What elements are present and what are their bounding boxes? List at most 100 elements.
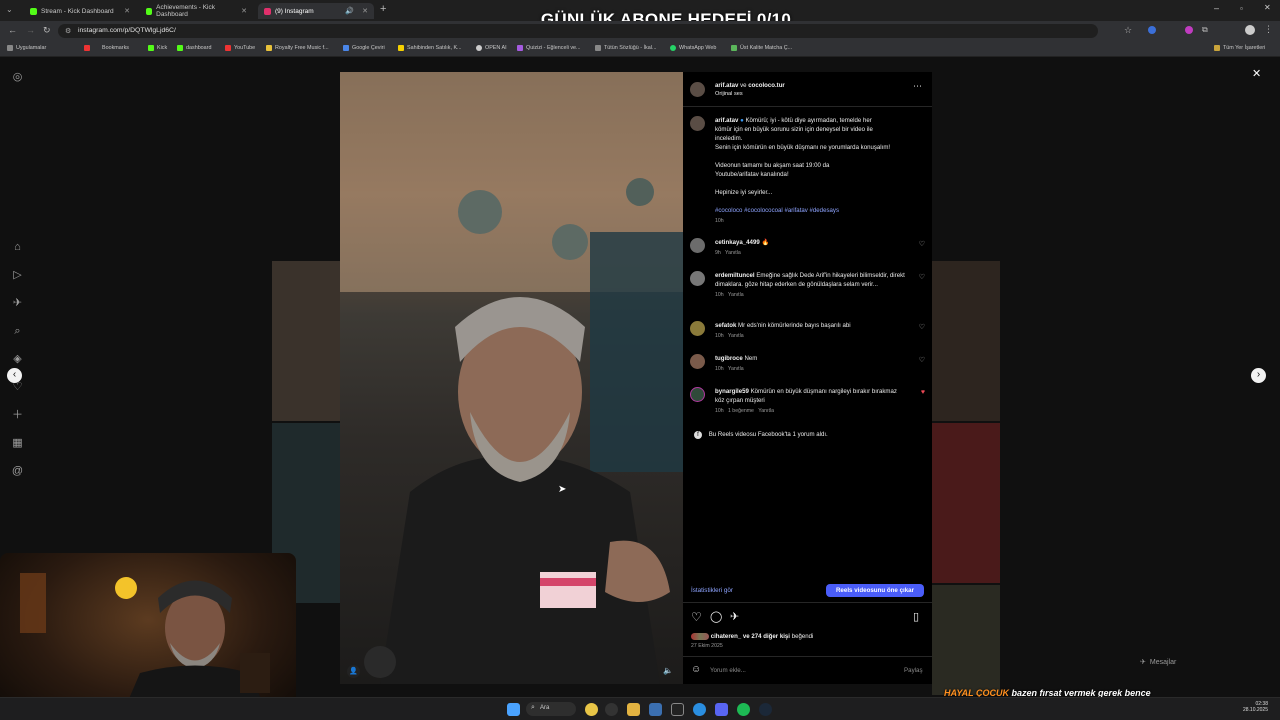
messages-icon[interactable]: ✈ [11,297,24,310]
calculator-icon[interactable] [649,703,662,716]
caption-username[interactable]: arif.atav [715,117,738,124]
obs-icon[interactable] [605,703,618,716]
search-icon[interactable]: ⌕ [11,325,24,338]
bookmark-item[interactable]: Kick [148,45,167,51]
comment-avatar[interactable] [690,238,705,253]
explore-icon[interactable]: ◈ [11,353,24,366]
bookmark-item[interactable]: dashboard [177,45,211,51]
close-modal-icon[interactable]: ✕ [1252,67,1261,80]
profile-avatar[interactable] [1245,25,1255,35]
more-options-icon[interactable]: ⋯ [913,81,922,92]
post-date: 27 Ekim 2025 [691,643,723,649]
caption-avatar[interactable] [690,116,705,131]
reply-button[interactable]: Yanıtla [725,250,741,256]
matcha-icon [731,45,737,51]
caption-time: 10h [715,218,724,224]
facebook-comments-note[interactable]: f Bu Reels videosu Facebook'ta 1 yorum a… [694,430,828,439]
reload-icon[interactable]: ↻ [43,25,51,36]
extensions-puzzle-icon[interactable]: ⧉ [1202,25,1208,35]
author-avatar[interactable] [690,82,705,97]
comment: bynargile59 Kömürün en büyük düşmanı nar… [715,388,897,414]
post-header-users: arif.atav ve cocoloco.tur [715,82,785,89]
whatsapp-icon [670,45,676,51]
tagged-user-icon[interactable]: 👤 [347,665,360,678]
bookmark-item[interactable]: Bookmarks [84,45,129,51]
header-divider [683,106,932,107]
discord-icon[interactable] [715,703,728,716]
back-icon[interactable]: ← [8,25,17,35]
edge-icon[interactable] [693,703,706,716]
bookmark-item[interactable]: Üst Kalite Matcha Ç... [731,45,792,51]
caption-hashtags[interactable]: #cocoloco #cocolococoal #arifatav #dedes… [715,206,925,215]
steam-icon[interactable] [759,703,772,716]
emoji-icon[interactable]: ☺ [691,664,701,675]
like-icon[interactable]: ♡ [691,610,702,624]
bookmark-item[interactable]: Tütün Sözlüğü - İkal... [595,45,656,51]
reply-button[interactable]: Yanıtla [728,333,744,339]
video-frame-illustration [340,72,683,684]
bookmark-item[interactable]: WhatsApp Web [670,45,716,51]
comment-avatar[interactable] [690,354,705,369]
file-explorer-icon[interactable] [627,703,640,716]
background-thumbnail [932,423,1000,583]
bookmark-item[interactable]: Sahibinden Satılık, K... [398,45,462,51]
start-icon[interactable] [507,703,520,716]
bookmark-item[interactable]: YouTube [225,45,255,51]
caption: arif.atav ● Kömürü; iyi - kötü diye ayır… [715,116,925,226]
messages-float[interactable]: ✈ Mesajlar [1140,658,1176,667]
like-comment-icon[interactable]: ♡ [919,356,925,364]
home-icon[interactable]: ⌂ [11,241,24,254]
bookmark-item[interactable]: OPEN AI [476,45,507,51]
bookmark-item[interactable]: Quizizi - Eğlenceli ve... [517,45,581,51]
boost-reel-button[interactable]: Reels videosunu öne çıkar [826,584,924,597]
likes-summary[interactable]: cihateren_ ve 274 diğer kişi beğendi [691,632,813,641]
forward-icon[interactable]: → [26,25,35,35]
post-comment-button[interactable]: Paylaş [904,667,923,674]
address-bar: ← → ↻ ⚙ instagram.com/p/DQTWlgLjd6C/ ☆ ⧉… [0,21,1280,41]
next-post-arrow[interactable]: › [1251,368,1266,383]
site-info-icon[interactable]: ⚙ [65,27,71,35]
chrome-icon[interactable] [585,703,598,716]
dashboard-icon[interactable]: ▦ [11,437,24,450]
like-comment-icon[interactable]: ♡ [919,273,925,281]
comment-avatar[interactable] [690,387,705,402]
comment-input[interactable]: Yorum ekle... [710,667,880,674]
comment-icon[interactable]: ◯ [710,610,722,623]
extension-icon[interactable] [1148,26,1156,34]
spotify-icon[interactable] [737,703,750,716]
webcam-frame-illustration [20,573,270,720]
audio-label[interactable]: Orijinal ses [715,90,743,99]
coauthor-username[interactable]: cocoloco.tur [748,82,785,89]
create-icon[interactable]: ＋ [11,409,24,422]
comment-avatar[interactable] [690,271,705,286]
share-icon[interactable]: ✈ [730,610,739,623]
comment-avatar[interactable] [690,321,705,336]
bookmark-item[interactable]: Google Çeviri [343,45,385,51]
like-comment-icon[interactable]: ♡ [919,240,925,248]
like-comment-icon[interactable]: ♡ [919,323,925,331]
background-thumbnail [932,261,1000,421]
instagram-logo-icon[interactable]: ◎ [11,71,24,84]
reply-button[interactable]: Yanıtla [728,366,744,372]
taskbar-search[interactable]: ⌕ Ara [526,702,576,716]
all-bookmarks[interactable]: Tüm Yer İşaretleri [1214,45,1265,51]
liked-comment-icon[interactable]: ♥ [921,389,925,396]
reels-icon[interactable]: ▷ [11,269,24,282]
terminal-icon[interactable] [671,703,684,716]
clock[interactable]: 02:38 28.10.2025 [1228,701,1268,713]
save-icon[interactable]: ▯ [913,610,919,623]
extension-icon[interactable] [1185,26,1193,34]
bookmark-star-icon[interactable]: ☆ [1124,25,1132,36]
author-username[interactable]: arif.atav [715,82,738,89]
bookmark-apps[interactable]: Uygulamalar [7,45,46,51]
threads-icon[interactable]: @ [11,465,24,478]
bookmark-item[interactable]: Royalty Free Music f... [266,45,329,51]
reel-video[interactable]: 👤 🔈 ➤ [340,72,683,684]
reply-button[interactable]: Yanıtla [728,292,744,298]
previous-post-arrow[interactable]: ‹ [7,368,22,383]
url-input[interactable]: ⚙ instagram.com/p/DQTWlgLjd6C/ [58,24,1098,38]
reply-button[interactable]: Yanıtla [758,408,774,414]
view-insights-link[interactable]: İstatistikleri gör [691,587,733,594]
mute-icon[interactable]: 🔈 [663,666,673,675]
browser-menu-icon[interactable]: ⋮ [1264,24,1273,35]
